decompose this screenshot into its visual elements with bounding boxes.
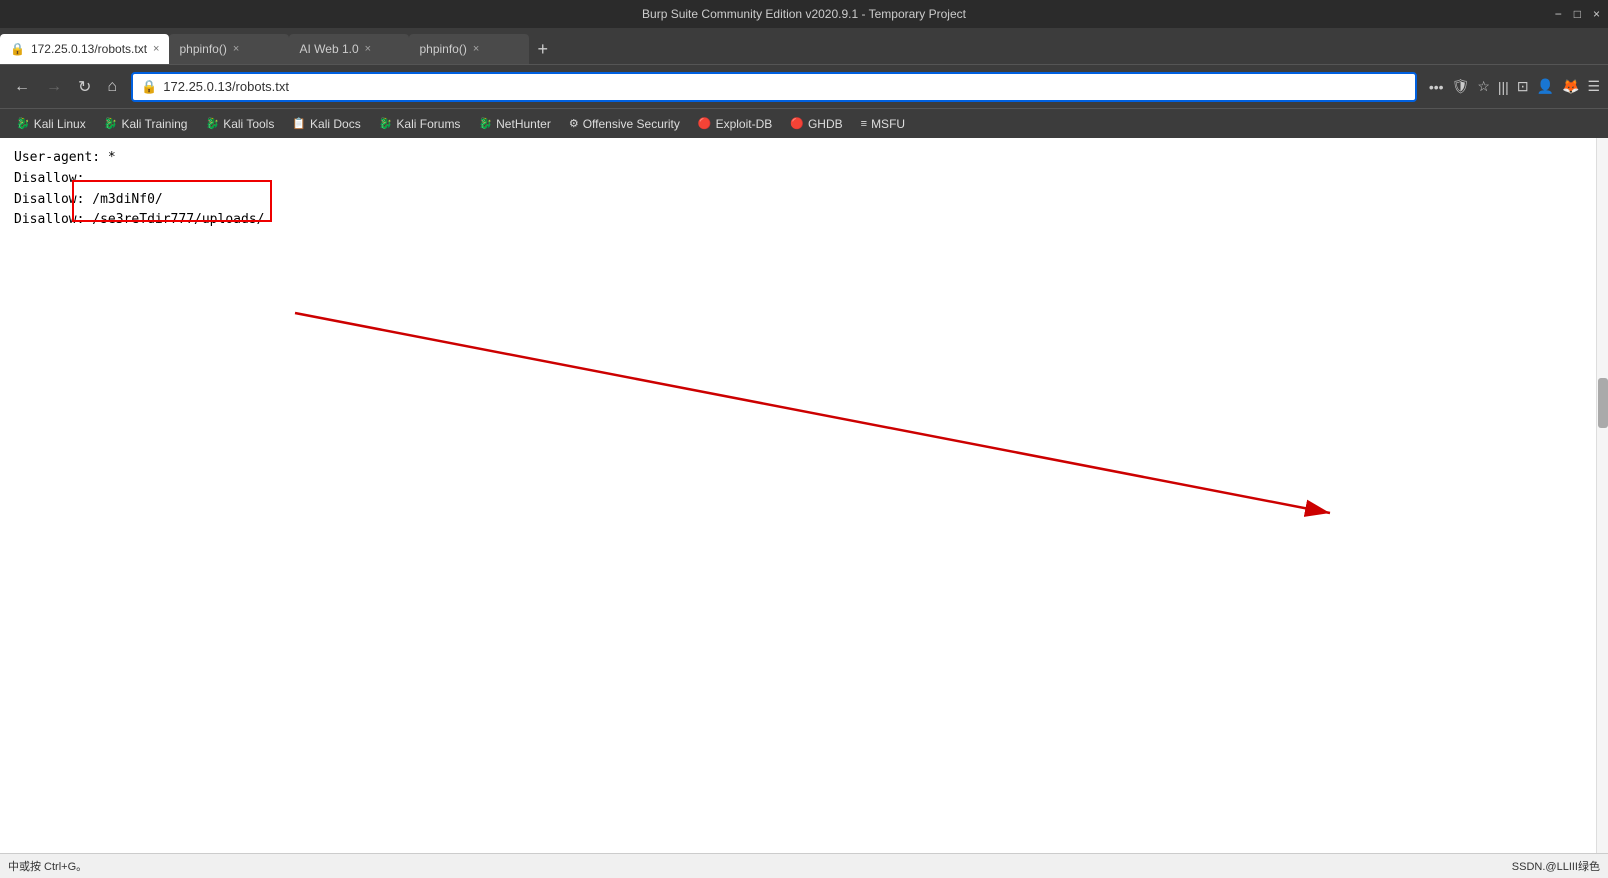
robots-line-2: Disallow: (14, 169, 1594, 190)
bookmark-label: Exploit-DB (716, 117, 773, 131)
disallow-label-3: Disallow: (14, 210, 92, 231)
firefox-icon: 🦊 (1562, 78, 1579, 95)
tab-label: phpinfo() (179, 42, 226, 56)
disallow-path-1: /m3diNf0/ (92, 190, 162, 211)
bookmark-icon: 🔴 (790, 117, 804, 130)
robots-line-3: Disallow: /m3diNf0/ (14, 190, 1594, 211)
status-left: 中或按 Ctrl+G。 (8, 858, 87, 874)
bookmark-kali-training[interactable]: 🐉 Kali Training (96, 115, 196, 133)
tab-phpinfo2[interactable]: phpinfo() × (409, 34, 529, 64)
bookmark-icon: ≡ (861, 118, 867, 130)
tab-robots[interactable]: 🔒 172.25.0.13/robots.txt × (0, 34, 169, 64)
tab-close[interactable]: × (233, 43, 239, 55)
maximize-button[interactable]: □ (1574, 7, 1581, 21)
close-button[interactable]: × (1593, 7, 1600, 21)
status-bar: 中或按 Ctrl+G。 SSDN.@LLIII绿色 (0, 853, 1608, 878)
bookmark-label: Kali Tools (223, 117, 274, 131)
account-icon[interactable]: 👤 (1537, 78, 1554, 95)
bookmark-label: NetHunter (496, 117, 551, 131)
synced-tabs-icon[interactable]: ⊡ (1517, 78, 1529, 95)
bookmark-star-icon[interactable]: ☆ (1477, 78, 1490, 95)
tab-close[interactable]: × (365, 43, 371, 55)
bookmark-icon: 🐉 (478, 117, 492, 130)
robots-line-4: Disallow: /se3reTdir777/uploads/ (14, 210, 1594, 231)
disallow-label-1: Disallow: (14, 169, 84, 190)
scrollbar[interactable] (1596, 138, 1608, 853)
forward-button[interactable]: → (40, 74, 68, 100)
nav-bar: ← → ↻ ⌂ 🔒 ••• 🛡 ☆ ||| ⊡ 👤 🦊 ☰ (0, 64, 1608, 108)
tab-favicon: 🔒 (10, 42, 25, 56)
bookmark-icon: 🐉 (104, 117, 118, 130)
bookmark-kali-linux[interactable]: 🐉 Kali Linux (8, 115, 94, 133)
tab-bar: 🔒 172.25.0.13/robots.txt × phpinfo() × A… (0, 28, 1608, 64)
bookmark-label: GHDB (808, 117, 843, 131)
bookmark-offensive-security[interactable]: ⚙ Offensive Security (561, 115, 688, 133)
bookmark-ghdb[interactable]: 🔴 GHDB (782, 115, 850, 133)
page-content: User-agent: * Disallow: Disallow: /m3diN… (0, 138, 1608, 853)
bookmark-msfu[interactable]: ≡ MSFU (853, 115, 913, 133)
reload-button[interactable]: ↻ (72, 73, 97, 101)
address-bar[interactable]: 🔒 (131, 72, 1417, 102)
nav-icons: ••• 🛡 ☆ ||| ⊡ 👤 🦊 ☰ (1429, 78, 1600, 95)
bookmarks-bar: 🐉 Kali Linux 🐉 Kali Training 🐉 Kali Tool… (0, 108, 1608, 138)
tab-label: 172.25.0.13/robots.txt (31, 42, 147, 56)
new-tab-button[interactable]: + (529, 34, 556, 64)
bookmark-label: Kali Docs (310, 117, 361, 131)
bookmark-label: Kali Training (121, 117, 187, 131)
bookmark-icon: ⚙ (569, 117, 579, 130)
window-controls: − □ × (1555, 7, 1600, 21)
library-icon[interactable]: ||| (1498, 79, 1509, 95)
scrollbar-thumb[interactable] (1598, 378, 1608, 428)
tab-label: phpinfo() (419, 42, 466, 56)
bookmark-exploit-db[interactable]: 🔴 Exploit-DB (690, 115, 780, 133)
useragent-label: User-agent: * (14, 148, 116, 169)
bookmark-kali-tools[interactable]: 🐉 Kali Tools (197, 115, 282, 133)
disallow-label-2: Disallow: (14, 190, 92, 211)
bookmark-icon: 🐉 (379, 117, 393, 130)
more-button[interactable]: ••• (1429, 79, 1444, 95)
bookmark-icon: 🔴 (698, 117, 712, 130)
url-input[interactable] (163, 79, 1407, 94)
bookmark-nethunter[interactable]: 🐉 NetHunter (470, 115, 558, 133)
bookmark-icon: 🐉 (16, 117, 30, 130)
disallow-path-2: /se3reTdir777/uploads/ (92, 210, 264, 231)
bookmark-icon: 🐉 (205, 117, 219, 130)
window-titlebar: Burp Suite Community Edition v2020.9.1 -… (0, 0, 1608, 28)
bookmark-icon: 📋 (292, 117, 306, 130)
tab-phpinfo1[interactable]: phpinfo() × (169, 34, 289, 64)
tab-close[interactable]: × (153, 43, 159, 55)
bookmark-label: MSFU (871, 117, 905, 131)
annotation-arrow (0, 138, 1608, 853)
tab-close[interactable]: × (473, 43, 479, 55)
minimize-button[interactable]: − (1555, 7, 1562, 21)
lock-icon: 🔒 (141, 79, 157, 95)
tab-aiweb[interactable]: AI Web 1.0 × (289, 34, 409, 64)
bookmark-label: Kali Forums (396, 117, 460, 131)
menu-button[interactable]: ☰ (1587, 78, 1600, 95)
window-title: Burp Suite Community Edition v2020.9.1 -… (642, 7, 966, 21)
tab-label: AI Web 1.0 (299, 42, 358, 56)
bookmark-kali-docs[interactable]: 📋 Kali Docs (284, 115, 368, 133)
shield-icon: 🛡 (1452, 78, 1470, 95)
status-right: SSDN.@LLIII绿色 (1512, 858, 1600, 874)
robots-line-1: User-agent: * (14, 148, 1594, 169)
home-button[interactable]: ⌂ (101, 74, 123, 100)
bookmark-label: Kali Linux (34, 117, 86, 131)
bookmark-label: Offensive Security (583, 117, 680, 131)
bookmark-kali-forums[interactable]: 🐉 Kali Forums (371, 115, 469, 133)
back-button[interactable]: ← (8, 74, 36, 100)
